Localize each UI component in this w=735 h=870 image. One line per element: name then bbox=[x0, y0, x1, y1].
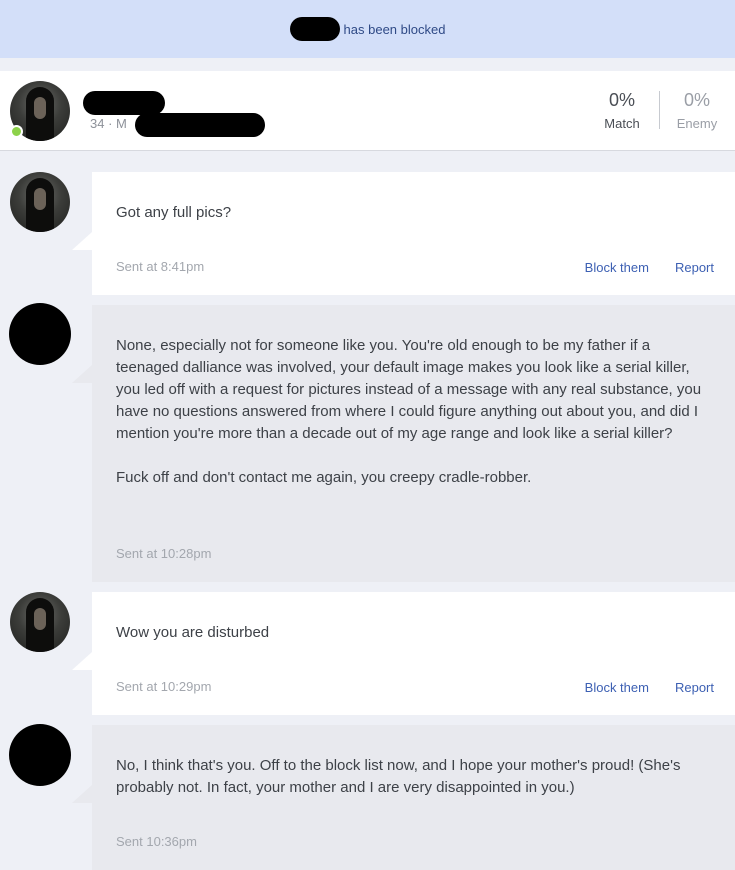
sender-avatar[interactable] bbox=[10, 172, 70, 232]
message-text: Got any full pics? bbox=[116, 204, 232, 221]
own-avatar bbox=[9, 303, 71, 365]
redacted-username bbox=[289, 17, 340, 41]
sender-avatar[interactable] bbox=[10, 592, 70, 652]
block-them-link[interactable]: Block them bbox=[585, 260, 649, 275]
sent-time: Sent 10:36pm bbox=[116, 834, 197, 849]
message-text: Wow you are disturbed bbox=[116, 624, 270, 641]
enemy-stat: 0% Enemy bbox=[672, 90, 722, 131]
message-bubble: None, especially not for someone like yo… bbox=[72, 305, 735, 582]
message-text: No, I think that's you. Off to the block… bbox=[116, 757, 681, 796]
online-status-icon bbox=[10, 125, 23, 138]
redacted-location bbox=[135, 113, 265, 137]
match-stat: 0% Match bbox=[598, 90, 646, 131]
enemy-label: Enemy bbox=[676, 116, 718, 131]
sent-time: Sent at 10:29pm bbox=[116, 679, 212, 694]
sent-time: Sent at 10:28pm bbox=[116, 546, 212, 561]
profile-header: 34 · M 0% Match 0% Enemy bbox=[0, 71, 735, 151]
message-bubble: Got any full pics? Sent at 8:41pm Block … bbox=[72, 172, 735, 295]
sent-time: Sent at 8:41pm bbox=[116, 259, 205, 274]
enemy-percentage: 0% bbox=[683, 90, 710, 110]
report-link[interactable]: Report bbox=[675, 680, 714, 695]
message-bubble: Wow you are disturbed Sent at 10:29pm Bl… bbox=[72, 592, 735, 715]
message-bubble: No, I think that's you. Off to the block… bbox=[72, 725, 735, 870]
match-label: Match bbox=[604, 116, 640, 131]
match-percentage: 0% bbox=[608, 90, 635, 110]
profile-avatar[interactable] bbox=[10, 81, 70, 141]
message-text: None, especially not for someone like yo… bbox=[116, 337, 702, 486]
redacted-profile-name[interactable] bbox=[83, 91, 165, 115]
blocked-banner: has been blocked bbox=[0, 0, 735, 58]
profile-age-gender: 34 · M bbox=[90, 116, 127, 131]
message-actions: Block them Report bbox=[585, 680, 714, 695]
own-avatar bbox=[9, 724, 71, 786]
stat-divider bbox=[659, 91, 660, 129]
block-them-link[interactable]: Block them bbox=[585, 680, 649, 695]
message-actions: Block them Report bbox=[585, 260, 714, 275]
blocked-text: has been blocked bbox=[343, 21, 446, 37]
report-link[interactable]: Report bbox=[675, 260, 714, 275]
